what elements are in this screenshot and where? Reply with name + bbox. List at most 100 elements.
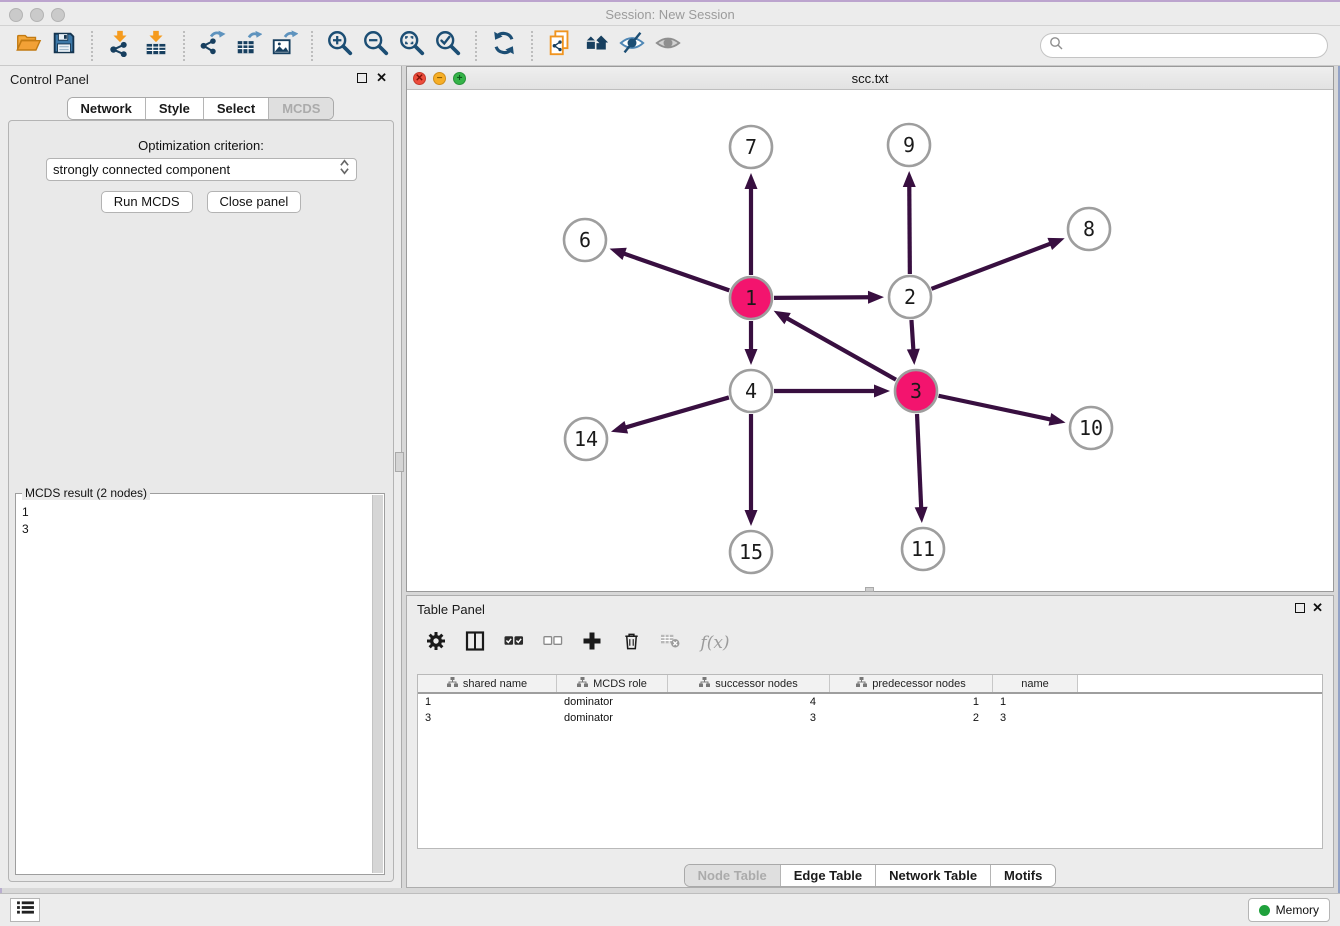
table-cell[interactable]: 3	[418, 710, 557, 726]
node-table[interactable]: shared name MCDS rolesuccessor nodesprede…	[417, 674, 1323, 849]
table-cell[interactable]: 1	[993, 694, 1078, 710]
tab-node-table[interactable]: Node Table	[685, 865, 781, 886]
tab-network-table[interactable]: Network Table	[876, 865, 991, 886]
search-input[interactable]	[1068, 38, 1327, 53]
column-header-name[interactable]: name	[993, 675, 1078, 692]
hide-selected-button[interactable]	[614, 29, 650, 63]
result-scrollbar[interactable]	[372, 495, 383, 873]
graph-edge-1-4[interactable]	[745, 321, 758, 365]
tree-icon	[447, 677, 458, 690]
graph-node-8[interactable]: 8	[1068, 208, 1110, 250]
tab-mcds[interactable]: MCDS	[269, 98, 333, 119]
graph-node-11[interactable]: 11	[902, 528, 944, 570]
column-header-predecessor-nodes[interactable]: predecessor nodes	[830, 675, 993, 692]
table-cell[interactable]: 3	[993, 710, 1078, 726]
show-columns-button[interactable]	[464, 632, 486, 654]
graph-edge-4-3[interactable]	[774, 385, 890, 398]
export-network-button[interactable]	[194, 29, 230, 63]
graph-edge-4-15[interactable]	[745, 414, 758, 526]
table-row[interactable]: 3dominator323	[418, 710, 1322, 726]
close-table-panel-icon[interactable]: ✕	[1312, 600, 1323, 616]
zoom-selected-button[interactable]	[430, 29, 466, 63]
table-cell[interactable]: dominator	[557, 694, 668, 710]
unselect-all-columns-button[interactable]	[542, 632, 564, 654]
column-label: shared name	[463, 678, 527, 690]
column-header-shared-name[interactable]: shared name	[418, 675, 557, 692]
tab-edge-table[interactable]: Edge Table	[781, 865, 876, 886]
window-titlebar: Session: New Session	[0, 0, 1340, 26]
refresh-view-button[interactable]	[486, 29, 522, 63]
network-canvas[interactable]: 7 9 6 8 1 2 4 3 14 10 15 11	[407, 90, 1333, 591]
graph-node-10[interactable]: 10	[1070, 407, 1112, 449]
float-panel-icon[interactable]	[357, 73, 367, 83]
graph-node-15[interactable]: 15	[730, 531, 772, 573]
criterion-dropdown[interactable]: strongly connected component	[46, 158, 357, 181]
table-cell[interactable]: 3	[668, 710, 830, 726]
task-history-button[interactable]	[10, 898, 40, 922]
mcds-result-list[interactable]: 13	[18, 496, 371, 872]
table-cell[interactable]: 4	[668, 694, 830, 710]
graph-edge-3-11[interactable]	[915, 414, 928, 523]
table-cell[interactable]: 1	[418, 694, 557, 710]
show-all-button[interactable]	[650, 29, 686, 63]
tab-select[interactable]: Select	[204, 98, 269, 119]
graph-node-14[interactable]: 14	[565, 418, 607, 460]
graph-node-6[interactable]: 6	[564, 219, 606, 261]
open-session-button[interactable]	[10, 29, 46, 63]
toolbar-separator	[183, 31, 185, 61]
column-header-MCDS-role[interactable]: MCDS role	[557, 675, 668, 692]
graph-node-9[interactable]: 9	[888, 124, 930, 166]
graph-edge-1-6[interactable]	[610, 248, 730, 291]
panel-divider-grip[interactable]	[395, 452, 404, 472]
graph-edge-4-14[interactable]	[611, 397, 729, 433]
graph-edge-1-2[interactable]	[774, 291, 884, 304]
delete-table-button[interactable]	[659, 632, 681, 654]
table-cell[interactable]: dominator	[557, 710, 668, 726]
zoom-out-button[interactable]	[358, 29, 394, 63]
graph-edge-2-8[interactable]	[932, 238, 1065, 289]
float-table-panel-icon[interactable]	[1295, 603, 1305, 613]
graph-node-4[interactable]: 4	[730, 370, 772, 412]
add-column-button[interactable]	[581, 632, 603, 654]
view-divider-grip[interactable]	[865, 587, 874, 592]
table-cell[interactable]: 1	[830, 694, 993, 710]
import-table-icon	[142, 29, 170, 62]
import-network-button[interactable]	[102, 29, 138, 63]
search-field[interactable]	[1040, 33, 1328, 58]
graph-node-1[interactable]: 1	[730, 277, 772, 319]
svg-text:6: 6	[579, 228, 591, 252]
graph-edge-3-10[interactable]	[939, 396, 1066, 426]
tab-style[interactable]: Style	[146, 98, 204, 119]
tab-network[interactable]: Network	[68, 98, 146, 119]
function-builder-button[interactable]: f(x)	[698, 632, 732, 654]
table-row[interactable]: 1dominator411	[418, 694, 1322, 710]
network-window-titlebar: ✕ − + scc.txt	[407, 67, 1333, 90]
export-image-button[interactable]	[266, 29, 302, 63]
close-panel-icon[interactable]: ✕	[376, 70, 387, 86]
delete-column-button[interactable]	[620, 632, 642, 654]
save-session-button[interactable]	[46, 29, 82, 63]
memory-button[interactable]: Memory	[1248, 898, 1330, 922]
select-all-columns-button[interactable]	[503, 632, 525, 654]
criterion-value: strongly connected component	[53, 162, 339, 177]
export-table-button[interactable]	[230, 29, 266, 63]
zoom-in-button[interactable]	[322, 29, 358, 63]
zoom-fit-button[interactable]	[394, 29, 430, 63]
import-table-button[interactable]	[138, 29, 174, 63]
graph-edge-3-1[interactable]	[774, 311, 896, 380]
floppy-disk-icon	[50, 29, 78, 62]
column-header-successor-nodes[interactable]: successor nodes	[668, 675, 830, 692]
graph-node-2[interactable]: 2	[889, 276, 931, 318]
close-panel-button[interactable]: Close panel	[207, 191, 302, 213]
graph-edge-2-3[interactable]	[907, 320, 920, 365]
clone-network-button[interactable]	[542, 29, 578, 63]
run-mcds-button[interactable]: Run MCDS	[101, 191, 193, 213]
graph-node-3[interactable]: 3	[895, 370, 937, 412]
table-cell[interactable]: 2	[830, 710, 993, 726]
graph-node-7[interactable]: 7	[730, 126, 772, 168]
graph-edge-1-7[interactable]	[745, 173, 758, 275]
tab-motifs[interactable]: Motifs	[991, 865, 1055, 886]
first-neighbors-button[interactable]	[578, 29, 614, 63]
graph-edge-2-9[interactable]	[903, 171, 916, 274]
table-settings-button[interactable]	[425, 632, 447, 654]
